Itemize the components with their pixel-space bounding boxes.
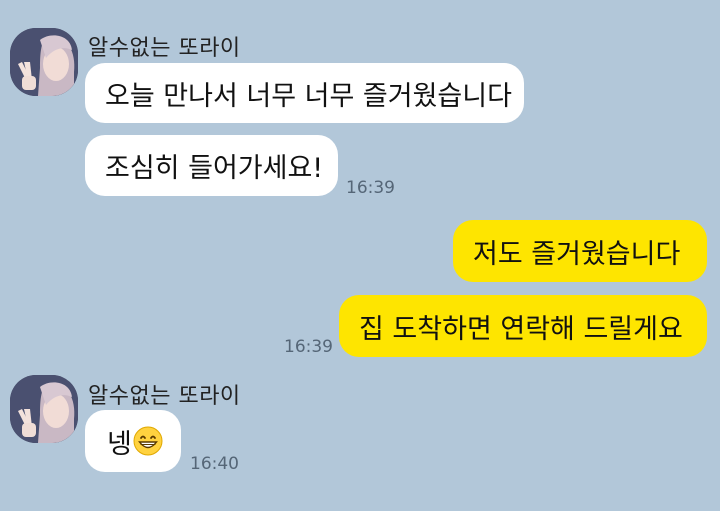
message-text: 집 도착하면 연락해 드릴게요 — [359, 313, 683, 345]
sender-name: 알수없는 또라이 — [88, 384, 241, 409]
outgoing-message-bubble[interactable]: 저도 즐거웠습니다 — [453, 220, 707, 282]
sender-name: 알수없는 또라이 — [88, 36, 241, 61]
chat-room: 알수없는 또라이 오늘 만나서 너무 너무 즐거웠습니다 조심히 들어가세요! … — [0, 0, 720, 511]
incoming-message-bubble[interactable]: 오늘 만나서 너무 너무 즐거웠습니다 — [85, 63, 524, 123]
grinning-face-emoji — [133, 426, 163, 456]
sender-avatar[interactable] — [10, 375, 78, 443]
message-text: 오늘 만나서 너무 너무 즐거웠습니다 — [105, 80, 512, 112]
incoming-message-bubble[interactable]: 넹 — [85, 410, 181, 472]
sender-avatar[interactable] — [10, 28, 78, 96]
profile-photo — [10, 28, 78, 96]
message-timestamp: 16:39 — [284, 337, 333, 357]
message-timestamp: 16:40 — [190, 454, 239, 474]
message-text: 저도 즐거웠습니다 — [473, 238, 681, 270]
message-timestamp: 16:39 — [346, 178, 395, 198]
message-text: 넹 — [107, 428, 132, 460]
message-text: 조심히 들어가세요! — [105, 153, 324, 184]
incoming-message-bubble[interactable]: 조심히 들어가세요! — [85, 135, 338, 196]
profile-photo — [10, 375, 78, 443]
outgoing-message-bubble[interactable]: 집 도착하면 연락해 드릴게요 — [339, 295, 707, 357]
